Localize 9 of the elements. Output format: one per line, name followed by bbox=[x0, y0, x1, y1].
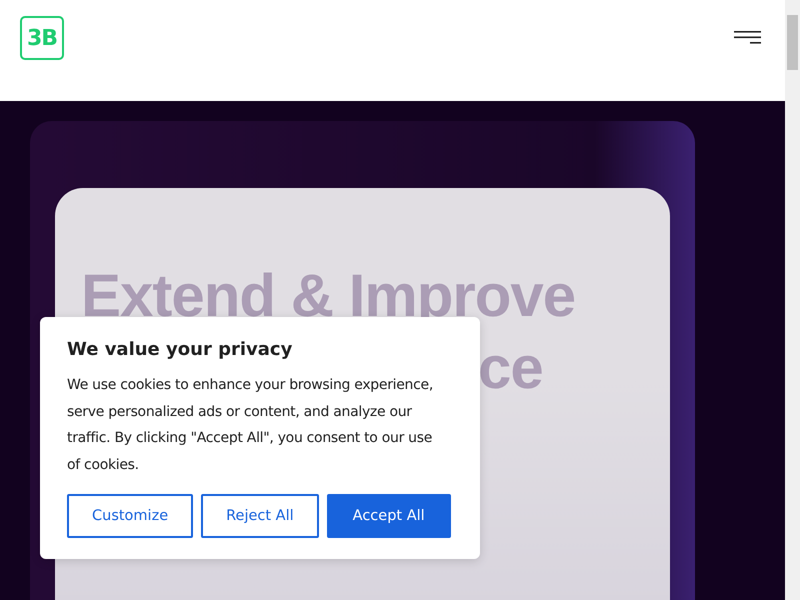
scrollbar[interactable] bbox=[785, 0, 800, 600]
consent-button[interactable]: Accept All bbox=[326, 494, 451, 538]
hero-heading: ce bbox=[478, 333, 543, 403]
consent-button[interactable]: Reject All bbox=[201, 494, 319, 538]
dialog-text: We use cookies to enhance your browsing experience, serve personalized ads or content, and analyze our traffic. By clicking "Accept All", you consent to our use of cookies. bbox=[67, 376, 434, 474]
consent-button[interactable]: Customize bbox=[67, 494, 194, 538]
menu-icon[interactable] bbox=[734, 31, 761, 45]
dialog-title: We value your privacy bbox=[67, 339, 294, 360]
hero-heading: Extend & Improve bbox=[81, 261, 576, 331]
